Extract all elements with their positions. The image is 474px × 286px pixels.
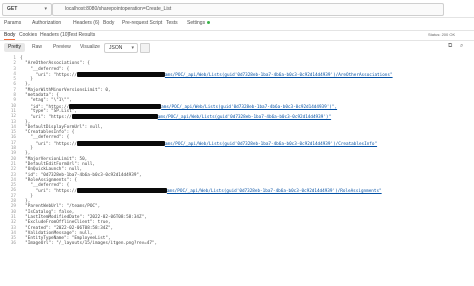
chevron-down-icon: ▾ (44, 6, 47, 12)
search-icon[interactable]: ⌕ (460, 43, 463, 50)
response-body-viewer: 1 2 3 4 5 6 7 8 9 10 11 12 13 14 15 16 17 18 19 20 21 22 23 24 2… (0, 56, 474, 286)
redaction-block (71, 114, 158, 120)
format-label: JSON (109, 45, 123, 51)
uri-link[interactable]: ams/POC/_api/Web/Lists(guid'0d7328eb-1ba… (165, 73, 393, 78)
format-select[interactable]: JSON ▾ (104, 43, 138, 53)
tab-pre-request-script[interactable]: Pre-request Script (122, 17, 162, 30)
chevron-down-icon: ▾ (131, 45, 134, 51)
view-preview-button[interactable]: Preview (49, 43, 75, 52)
url-input[interactable]: localhost:8080/sharepointoperation=Creat… (52, 3, 444, 16)
tab-authorization[interactable]: Authorization (32, 17, 61, 30)
uri-link[interactable]: ams/POC/_api/Web/Lists(guid'0d7328eb-1ba… (158, 115, 331, 120)
tab-headers[interactable]: Headers (6) (73, 17, 99, 30)
tab-params[interactable]: Params (4, 17, 21, 30)
view-visualize-button[interactable]: Visualize (76, 43, 104, 52)
request-url-bar: GET ▾ localhost:8080/sharepointoperation… (0, 0, 474, 18)
uri-link[interactable]: ams/POC/_api/Web/Lists(guid'0d7328eb-1ba… (165, 142, 377, 147)
copy-icon[interactable]: ⧉ (448, 43, 452, 50)
method-select[interactable]: GET ▾ (2, 3, 52, 16)
tab-tests[interactable]: Tests (166, 17, 178, 30)
view-pretty-button[interactable]: Pretty (4, 43, 26, 52)
tab-test-results[interactable]: Test Results (68, 30, 95, 40)
uri-link[interactable]: ams/POC/_api/Web/Lists(guid'0d7328eb-1ba… (161, 105, 337, 110)
response-tabs: Body Cookies Headers (10) Test Results S… (0, 30, 474, 41)
tab-response-headers[interactable]: Headers (10) (40, 30, 69, 40)
redaction-block (76, 140, 165, 146)
tab-response-body[interactable]: Body (4, 30, 16, 40)
redaction-block (76, 188, 167, 194)
code-line: "ImageUrl": "/_layouts/15/images/itgen.p… (20, 241, 158, 247)
url-text: localhost:8080/sharepointoperation=Creat… (65, 6, 172, 12)
tab-settings-label: Settings (187, 20, 206, 26)
redaction-block (69, 103, 162, 109)
method-label: GET (7, 6, 18, 12)
tab-cookies[interactable]: Cookies (19, 30, 37, 40)
response-toolbar: Pretty Raw Preview Visualize JSON ▾ ⧉ ⌕ (0, 42, 474, 54)
request-tabs: Params Authorization Headers (6) Body Pr… (0, 17, 474, 31)
code-line: "uri": "https://ams/POC/_api/Web/Lists(g… (20, 140, 393, 147)
code-line: "uri": "https://ams/POC/_api/Web/Lists(g… (20, 71, 393, 78)
wrap-lines-icon[interactable] (140, 43, 150, 53)
tab-body[interactable]: Body (103, 17, 114, 30)
line-number-gutter: 1 2 3 4 5 6 7 8 9 10 11 12 13 14 15 16 17 18 19 20 21 22 23 24 2… (0, 56, 16, 247)
uri-link[interactable]: ams/POC/_api/Web/Lists(guid'0d7328eb-1ba… (167, 189, 382, 194)
redaction-block (76, 71, 165, 77)
json-source: { "AreOtherAssociations": { "__deferred"… (20, 56, 393, 247)
line-number: 36 (10, 241, 16, 247)
tab-settings[interactable]: Settings (187, 17, 211, 30)
view-raw-button[interactable]: Raw (28, 43, 46, 52)
status-text: Status: 200 OK (428, 32, 456, 37)
code-line: "uri": "https://ams/POC/_api/Web/Lists(g… (20, 188, 393, 194)
status-dot-icon (207, 21, 211, 25)
